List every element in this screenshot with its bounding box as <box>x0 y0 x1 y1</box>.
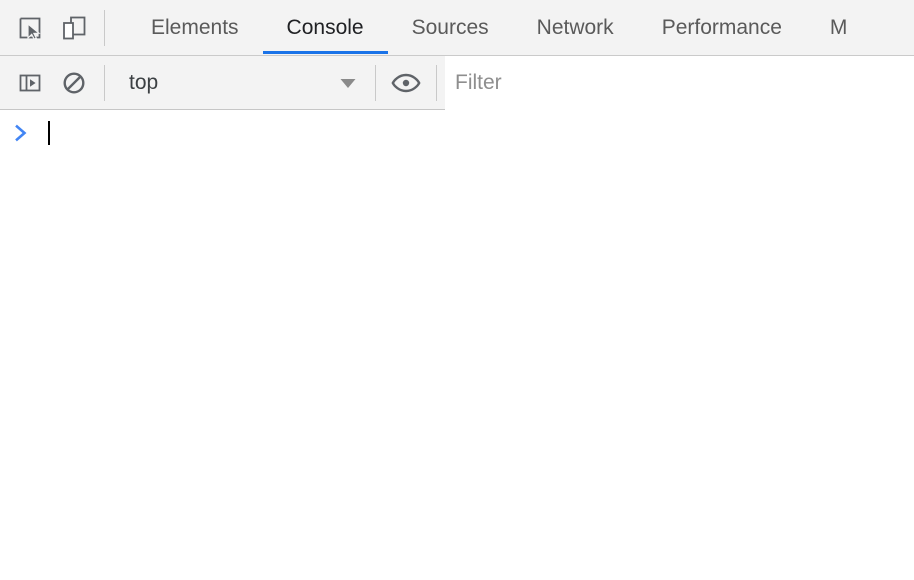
panel-tabs: Elements Console Sources Network Perform… <box>127 0 914 56</box>
tab-elements[interactable]: Elements <box>127 0 263 56</box>
console-toolbar: top <box>0 55 914 110</box>
tab-performance[interactable]: Performance <box>638 0 806 56</box>
tab-console[interactable]: Console <box>262 0 388 56</box>
console-prompt-arrow-icon <box>14 124 34 142</box>
chevron-down-icon <box>340 78 356 88</box>
toolbar-divider <box>104 9 105 46</box>
devtools-tabbar: Elements Console Sources Network Perform… <box>0 0 914 56</box>
console-filter-input[interactable] <box>445 55 914 110</box>
console-prompt-row[interactable] <box>0 118 914 148</box>
text-caret <box>48 121 50 145</box>
inspect-element-icon <box>19 17 41 40</box>
execution-context-selector[interactable]: top <box>117 64 367 102</box>
toggle-device-toolbar-icon-button[interactable] <box>52 6 96 50</box>
console-message-area[interactable] <box>0 110 914 580</box>
console-toolbar-divider-3 <box>436 64 437 101</box>
execution-context-label: top <box>129 70 159 94</box>
eye-icon <box>391 73 421 92</box>
console-filter-container <box>445 55 914 110</box>
clear-console-button[interactable] <box>52 61 96 105</box>
tab-sources[interactable]: Sources <box>388 0 513 56</box>
live-expression-button[interactable] <box>384 61 428 105</box>
console-toolbar-divider-2 <box>375 64 376 101</box>
tab-network[interactable]: Network <box>513 0 638 56</box>
tab-memory[interactable]: M <box>806 0 872 56</box>
chevron-right-icon <box>15 124 27 142</box>
console-toolbar-divider-1 <box>104 64 105 101</box>
devtools-window: Elements Console Sources Network Perform… <box>0 0 914 580</box>
console-prompt-input[interactable] <box>48 120 914 146</box>
device-toolbar-icon <box>63 16 86 39</box>
inspect-element-icon-button[interactable] <box>8 6 52 50</box>
clear-console-icon <box>63 71 85 94</box>
console-sidebar-toggle-button[interactable] <box>8 61 52 105</box>
sidebar-panel-icon <box>19 74 41 91</box>
